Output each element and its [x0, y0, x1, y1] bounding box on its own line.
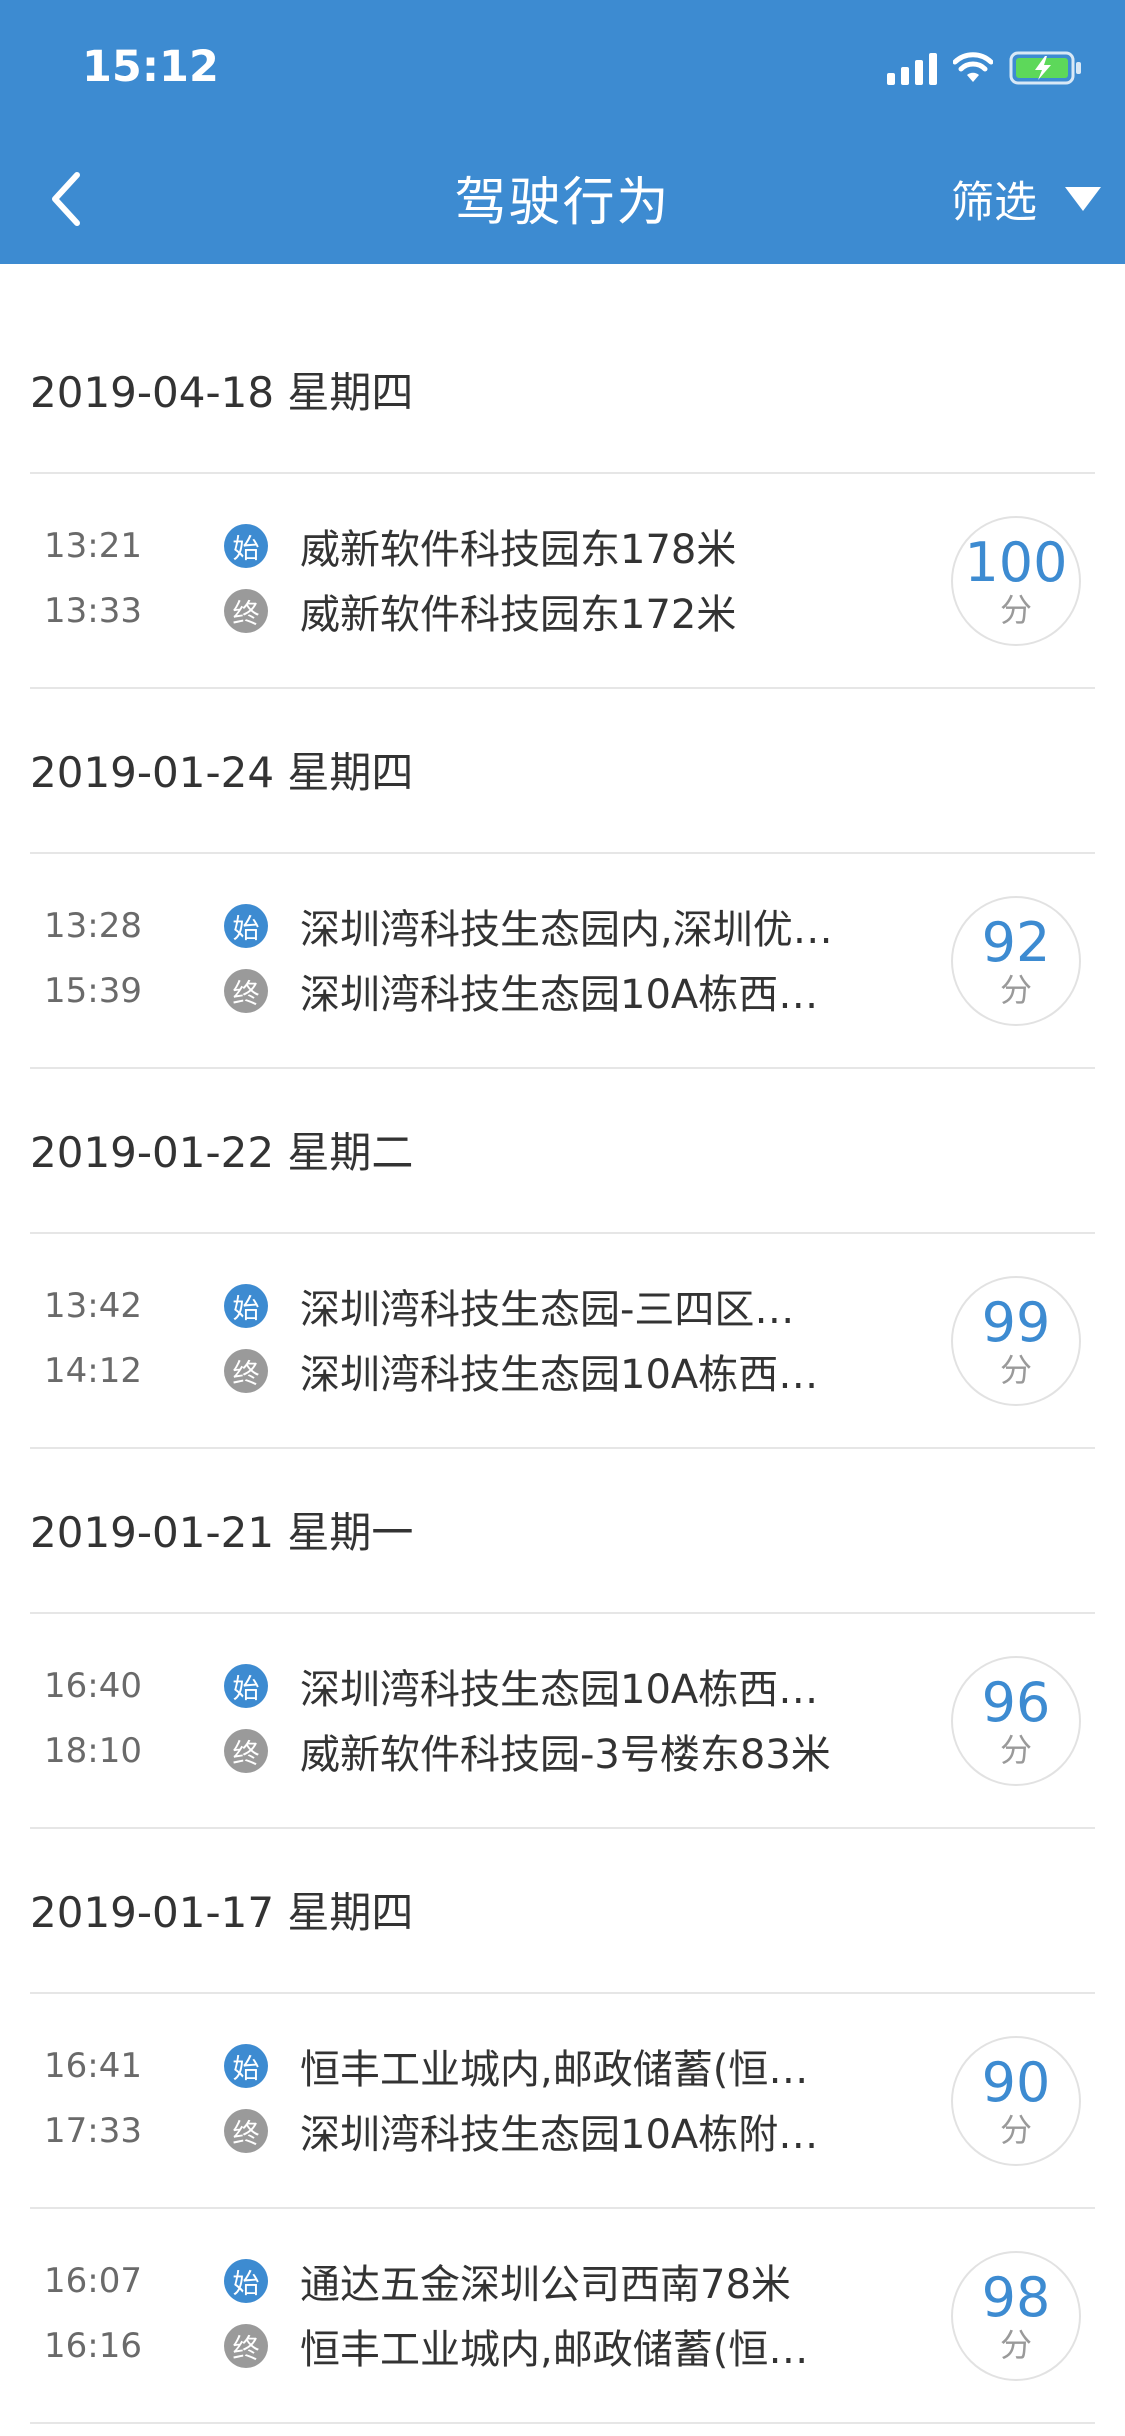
start-time: 13:42: [44, 1286, 142, 1326]
start-time: 13:28: [44, 906, 142, 946]
end-place: 威新软件科技园东172米: [300, 592, 737, 638]
score-circle: 100 分: [951, 516, 1081, 646]
score-value: 99: [981, 1291, 1051, 1354]
trip-list: 2019-04-18 星期四 13:21 始 威新软件科技园东178米 13:3…: [0, 264, 1125, 2424]
score-unit: 分: [999, 1351, 1032, 1389]
start-place: 威新软件科技园东178米: [300, 527, 737, 573]
trip-end-line: 18:10 终 威新软件科技园-3号楼东83米: [44, 1721, 910, 1781]
start-place: 通达五金深圳公司西南78米: [300, 2262, 791, 2308]
trip-end-line: 16:16 终 恒丰工业城内,邮政储蓄(恒…: [44, 2316, 910, 2376]
score-unit: 分: [999, 971, 1032, 1009]
score-value: 98: [981, 2266, 1051, 2329]
start-badge: 始: [224, 2259, 268, 2303]
date-header: 2019-01-21 星期一: [30, 1449, 1095, 1614]
score-unit: 分: [999, 2326, 1032, 2364]
trip-start-line: 16:41 始 恒丰工业城内,邮政储蓄(恒…: [44, 2036, 910, 2096]
end-time: 18:10: [44, 1731, 142, 1771]
start-place: 深圳湾科技生态园10A栋西…: [300, 1667, 819, 1713]
start-time: 16:07: [44, 2261, 142, 2301]
start-time: 16:40: [44, 1666, 142, 1706]
score-value: 100: [964, 531, 1068, 594]
trip-end-line: 13:33 终 威新软件科技园东172米: [44, 581, 910, 641]
score-circle: 90 分: [951, 2036, 1081, 2166]
trip-row[interactable]: 16:07 始 通达五金深圳公司西南78米 16:16 终 恒丰工业城内,邮政储…: [30, 2209, 1095, 2424]
score-circle: 96 分: [951, 1656, 1081, 1786]
end-place: 深圳湾科技生态园10A栋附…: [300, 2112, 819, 2158]
date-header: 2019-01-17 星期四: [30, 1829, 1095, 1994]
end-place: 深圳湾科技生态园10A栋西…: [300, 972, 819, 1018]
end-place: 恒丰工业城内,邮政储蓄(恒…: [300, 2327, 809, 2373]
end-place: 威新软件科技园-3号楼东83米: [300, 1732, 831, 1778]
score-circle: 92 分: [951, 896, 1081, 1026]
trip-row[interactable]: 13:21 始 威新软件科技园东178米 13:33 终 威新软件科技园东172…: [30, 474, 1095, 689]
filter-label: 筛选: [951, 178, 1037, 228]
end-badge: 终: [224, 2324, 268, 2368]
trip-row[interactable]: 13:28 始 深圳湾科技生态园内,深圳优… 15:39 终 深圳湾科技生态园1…: [30, 854, 1095, 1069]
end-badge: 终: [224, 1349, 268, 1393]
end-badge: 终: [224, 969, 268, 1013]
end-badge: 终: [224, 589, 268, 633]
start-place: 深圳湾科技生态园-三四区…: [300, 1287, 795, 1333]
end-time: 15:39: [44, 971, 142, 1011]
end-time: 17:33: [44, 2111, 142, 2151]
start-badge: 始: [224, 524, 268, 568]
end-badge: 终: [224, 2109, 268, 2153]
status-icons: [887, 48, 1083, 88]
score-circle: 98 分: [951, 2251, 1081, 2381]
start-place: 恒丰工业城内,邮政储蓄(恒…: [300, 2047, 809, 2093]
trip-start-line: 13:28 始 深圳湾科技生态园内,深圳优…: [44, 896, 910, 956]
cellular-signal-icon: [887, 51, 937, 85]
start-badge: 始: [224, 2044, 268, 2088]
score-value: 92: [981, 911, 1051, 974]
start-badge: 始: [224, 1664, 268, 1708]
wifi-icon: [953, 52, 993, 84]
trip-start-line: 16:07 始 通达五金深圳公司西南78米: [44, 2251, 910, 2311]
end-badge: 终: [224, 1729, 268, 1773]
start-time: 13:21: [44, 526, 142, 566]
date-header: 2019-04-18 星期四: [30, 264, 1095, 474]
start-badge: 始: [224, 904, 268, 948]
end-time: 13:33: [44, 591, 142, 631]
score-unit: 分: [999, 1731, 1032, 1769]
trip-row[interactable]: 13:42 始 深圳湾科技生态园-三四区… 14:12 终 深圳湾科技生态园10…: [30, 1234, 1095, 1449]
trip-start-line: 13:21 始 威新软件科技园东178米: [44, 516, 910, 576]
battery-charging-icon: [1009, 51, 1083, 85]
trip-end-line: 17:33 终 深圳湾科技生态园10A栋附…: [44, 2101, 910, 2161]
end-place: 深圳湾科技生态园10A栋西…: [300, 1352, 819, 1398]
date-header: 2019-01-22 星期二: [30, 1069, 1095, 1234]
trip-start-line: 13:42 始 深圳湾科技生态园-三四区…: [44, 1276, 910, 1336]
score-unit: 分: [999, 2111, 1032, 2149]
score-value: 90: [981, 2051, 1051, 2114]
trip-row[interactable]: 16:40 始 深圳湾科技生态园10A栋西… 18:10 终 威新软件科技园-3…: [30, 1614, 1095, 1829]
dropdown-triangle-icon: [1065, 187, 1101, 211]
trip-end-line: 15:39 终 深圳湾科技生态园10A栋西…: [44, 961, 910, 1021]
filter-button[interactable]: 筛选: [951, 164, 1101, 234]
end-time: 16:16: [44, 2326, 142, 2366]
start-time: 16:41: [44, 2046, 142, 2086]
trip-start-line: 16:40 始 深圳湾科技生态园10A栋西…: [44, 1656, 910, 1716]
status-time: 15:12: [82, 42, 219, 92]
trip-row[interactable]: 16:41 始 恒丰工业城内,邮政储蓄(恒… 17:33 终 深圳湾科技生态园1…: [30, 1994, 1095, 2209]
score-circle: 99 分: [951, 1276, 1081, 1406]
trip-end-line: 14:12 终 深圳湾科技生态园10A栋西…: [44, 1341, 910, 1401]
score-unit: 分: [999, 591, 1032, 629]
end-time: 14:12: [44, 1351, 142, 1391]
start-place: 深圳湾科技生态园内,深圳优…: [300, 907, 833, 953]
app-header: 15:12 驾驶行为 筛选: [0, 0, 1125, 264]
score-value: 96: [981, 1671, 1051, 1734]
start-badge: 始: [224, 1284, 268, 1328]
date-header: 2019-01-24 星期四: [30, 689, 1095, 854]
